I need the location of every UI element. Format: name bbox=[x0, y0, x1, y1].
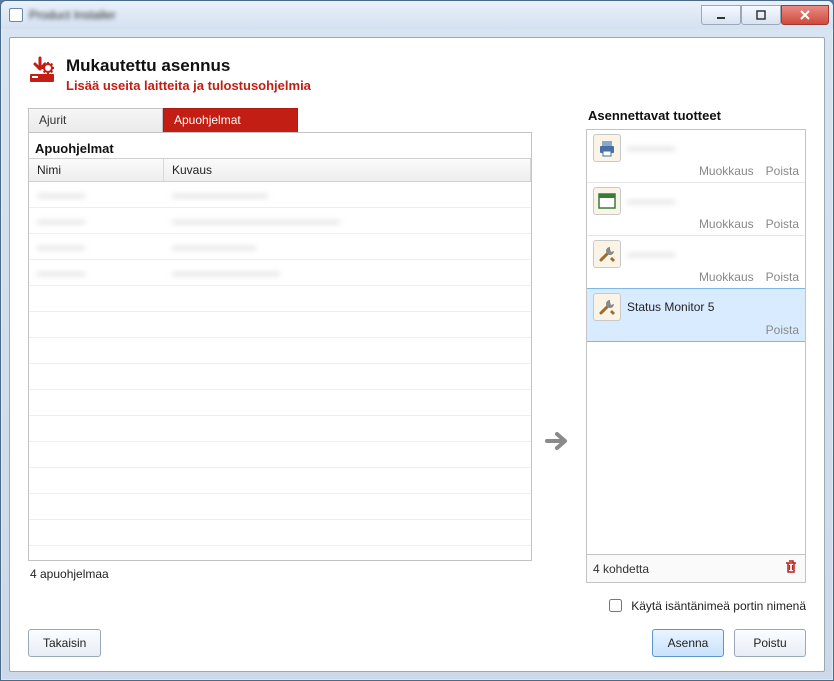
cell-desc: ————————— bbox=[164, 266, 531, 280]
table-row[interactable] bbox=[29, 468, 531, 494]
table-row[interactable] bbox=[29, 520, 531, 546]
product-item[interactable]: ———— Muokkaus Poista bbox=[587, 130, 805, 183]
printer-icon bbox=[593, 134, 621, 162]
edit-link[interactable]: Muokkaus bbox=[699, 270, 754, 284]
maximize-button[interactable] bbox=[741, 5, 781, 25]
product-item[interactable]: ———— Muokkaus Poista bbox=[587, 236, 805, 289]
tab-utilities[interactable]: Apuohjelmat bbox=[163, 108, 298, 132]
col-header-desc[interactable]: Kuvaus bbox=[164, 159, 531, 181]
window-title: Product Installer bbox=[29, 8, 116, 22]
utilities-panel: Apuohjelmat Nimi Kuvaus ————————————————… bbox=[28, 132, 532, 561]
client-area: Mukautettu asennus Lisää useita laitteit… bbox=[9, 37, 825, 672]
header-text: Mukautettu asennus Lisää useita laitteit… bbox=[66, 56, 311, 93]
minimize-icon bbox=[716, 10, 726, 20]
table-row[interactable]: ————————————— bbox=[29, 260, 531, 286]
tools-icon bbox=[593, 293, 621, 321]
tab-bar: Ajurit Apuohjelmat bbox=[28, 108, 532, 132]
table-row[interactable]: ——————————— bbox=[29, 234, 531, 260]
titlebar[interactable]: Product Installer bbox=[1, 1, 833, 29]
remove-link[interactable]: Poista bbox=[766, 164, 799, 178]
product-name: ———— bbox=[627, 141, 675, 155]
table-row[interactable] bbox=[29, 338, 531, 364]
table-header: Nimi Kuvaus bbox=[29, 158, 531, 182]
product-item[interactable]: Status Monitor 5 Poista bbox=[586, 288, 806, 342]
page-header: Mukautettu asennus Lisää useita laitteit… bbox=[28, 56, 806, 93]
table-row[interactable] bbox=[29, 364, 531, 390]
main-columns: Ajurit Apuohjelmat Apuohjelmat Nimi Kuva… bbox=[28, 108, 806, 583]
window-icon bbox=[593, 187, 621, 215]
tools-icon bbox=[593, 240, 621, 268]
cell-desc: ———————— bbox=[164, 188, 531, 202]
table-row[interactable] bbox=[29, 416, 531, 442]
col-header-name[interactable]: Nimi bbox=[29, 159, 164, 181]
table-row[interactable] bbox=[29, 390, 531, 416]
cell-desc: ——————— bbox=[164, 240, 531, 254]
remove-link[interactable]: Poista bbox=[766, 217, 799, 231]
tab-drivers[interactable]: Ajurit bbox=[28, 108, 163, 132]
close-icon bbox=[799, 9, 811, 21]
right-column: Asennettavat tuotteet ———— Muokkaus Poista… bbox=[586, 108, 806, 583]
maximize-icon bbox=[756, 10, 766, 20]
remove-link[interactable]: Poista bbox=[766, 270, 799, 284]
product-item[interactable]: ———— Muokkaus Poista bbox=[587, 183, 805, 236]
table-row[interactable] bbox=[29, 286, 531, 312]
back-button[interactable]: Takaisin bbox=[28, 629, 101, 657]
panel-title: Apuohjelmat bbox=[29, 133, 531, 158]
footer-buttons: Takaisin Asenna Poistu bbox=[28, 629, 806, 657]
products-footer: 4 kohdetta bbox=[586, 555, 806, 583]
table-row[interactable]: ———————————— bbox=[29, 182, 531, 208]
cell-name: ———— bbox=[29, 188, 164, 202]
cell-desc: —————————————— bbox=[164, 214, 531, 228]
app-icon bbox=[9, 8, 23, 22]
edit-link[interactable]: Muokkaus bbox=[699, 217, 754, 231]
edit-link[interactable]: Muokkaus bbox=[699, 164, 754, 178]
product-name: Status Monitor 5 bbox=[627, 300, 714, 314]
products-list[interactable]: ————MuokkausPoista————MuokkausPoista————… bbox=[586, 129, 806, 555]
panel-footer: 4 apuohjelmaa bbox=[28, 561, 532, 583]
transfer-arrow bbox=[542, 108, 576, 583]
table-row[interactable] bbox=[29, 494, 531, 520]
trash-icon bbox=[783, 559, 799, 575]
table-row[interactable] bbox=[29, 312, 531, 338]
page-title: Mukautettu asennus bbox=[66, 56, 311, 76]
cell-name: ———— bbox=[29, 240, 164, 254]
products-title: Asennettavat tuotteet bbox=[588, 108, 806, 123]
close-button[interactable] bbox=[781, 5, 829, 25]
hostname-checkbox[interactable] bbox=[609, 599, 622, 612]
custom-install-icon bbox=[28, 56, 56, 84]
install-button[interactable]: Asenna bbox=[652, 629, 724, 657]
installer-window: Product Installer bbox=[0, 0, 834, 681]
remove-link[interactable]: Poista bbox=[766, 323, 799, 337]
left-column: Ajurit Apuohjelmat Apuohjelmat Nimi Kuva… bbox=[28, 108, 532, 583]
delete-all-button[interactable] bbox=[783, 559, 799, 578]
arrow-right-icon bbox=[545, 430, 573, 452]
products-count: 4 kohdetta bbox=[593, 562, 649, 576]
product-name: ———— bbox=[627, 247, 675, 261]
page-subtitle: Lisää useita laitteita ja tulostusohjelm… bbox=[66, 78, 311, 93]
content: Mukautettu asennus Lisää useita laitteit… bbox=[10, 38, 824, 671]
cell-name: ———— bbox=[29, 266, 164, 280]
exit-button[interactable]: Poistu bbox=[734, 629, 806, 657]
minimize-button[interactable] bbox=[701, 5, 741, 25]
table-body[interactable]: ————————————————————————————————————————… bbox=[29, 182, 531, 560]
hostname-checkbox-row[interactable]: Käytä isäntänimeä portin nimenä bbox=[605, 596, 806, 615]
hostname-checkbox-label: Käytä isäntänimeä portin nimenä bbox=[631, 599, 806, 613]
table-row[interactable]: —————————————————— bbox=[29, 208, 531, 234]
cell-name: ———— bbox=[29, 214, 164, 228]
table-row[interactable] bbox=[29, 442, 531, 468]
window-controls bbox=[701, 5, 829, 25]
product-name: ———— bbox=[627, 194, 675, 208]
